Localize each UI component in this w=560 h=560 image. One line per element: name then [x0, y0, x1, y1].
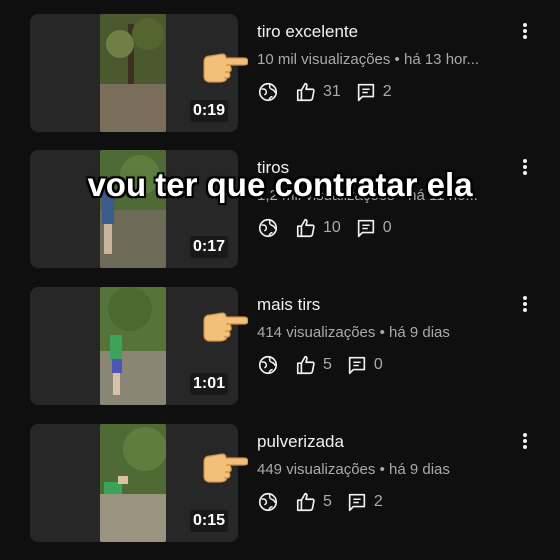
- like-count: 10: [323, 219, 341, 236]
- video-title[interactable]: mais tirs: [257, 295, 320, 315]
- comment-count: 0: [373, 356, 383, 373]
- meta-separator: •: [390, 51, 404, 68]
- thumbs-up-icon[interactable]: [295, 81, 317, 103]
- comment-count: 2: [373, 493, 383, 510]
- comment-icon[interactable]: [346, 354, 368, 376]
- video-row[interactable]: 1:01 mais tirs 414 visualizações • há 9 …: [0, 287, 560, 407]
- pointing-hand-icon: [200, 448, 248, 484]
- video-meta: 449 visualizações • há 9 dias: [257, 461, 517, 478]
- video-stats: 5 2: [257, 490, 397, 514]
- like-count: 5: [323, 356, 332, 373]
- thumbnail-image: [100, 424, 166, 542]
- upload-age: há 9 dias: [389, 461, 450, 478]
- video-stats: 31 2: [257, 80, 406, 104]
- thumbnail-image: [100, 14, 166, 132]
- meta-separator: •: [375, 324, 389, 341]
- meta-separator: •: [375, 461, 389, 478]
- globe-icon: [257, 491, 279, 513]
- like-count: 5: [323, 493, 332, 510]
- video-duration: 1:01: [189, 373, 228, 395]
- video-meta: 414 visualizações • há 9 dias: [257, 324, 517, 341]
- upload-age: há 9 dias: [389, 324, 450, 341]
- comment-icon[interactable]: [355, 217, 377, 239]
- globe-icon: [257, 217, 279, 239]
- comment-count: 0: [382, 219, 392, 236]
- more-vert-icon[interactable]: [517, 293, 533, 315]
- video-duration: 0:19: [189, 100, 228, 122]
- pointing-hand-icon: [200, 48, 248, 84]
- view-count: 10 mil visualizações: [257, 51, 391, 68]
- view-count: 414 visualizações: [257, 324, 376, 341]
- comment-count: 2: [382, 83, 392, 100]
- video-meta: 10 mil visualizações • há 13 hor...: [257, 51, 517, 68]
- thumbs-up-icon[interactable]: [295, 217, 317, 239]
- view-count: 449 visualizações: [257, 461, 376, 478]
- video-stats: 5 0: [257, 353, 397, 377]
- like-count: 31: [323, 83, 341, 100]
- globe-icon: [257, 81, 279, 103]
- upload-age: há 13 hor...: [403, 51, 480, 68]
- video-duration: 0:17: [189, 236, 228, 258]
- video-thumbnail[interactable]: 1:01: [30, 287, 238, 405]
- more-vert-icon[interactable]: [517, 430, 533, 452]
- comment-icon[interactable]: [346, 491, 368, 513]
- globe-icon: [257, 354, 279, 376]
- video-row[interactable]: 0:19 tiro excelente 10 mil visualizações…: [0, 14, 560, 134]
- comment-icon[interactable]: [355, 81, 377, 103]
- video-stats: 10 0: [257, 216, 406, 240]
- video-title[interactable]: pulverizada: [257, 432, 344, 452]
- thumbnail-image: [100, 287, 166, 405]
- overlay-caption: vou ter que contratar ela: [87, 166, 473, 203]
- pointing-hand-icon: [200, 307, 248, 343]
- thumbs-up-icon[interactable]: [295, 354, 317, 376]
- video-duration: 0:15: [189, 510, 228, 532]
- thumbs-up-icon[interactable]: [295, 491, 317, 513]
- more-vert-icon[interactable]: [517, 20, 533, 42]
- video-title[interactable]: tiro excelente: [257, 22, 358, 42]
- video-row[interactable]: 0:15 pulverizada 449 visualizações • há …: [0, 424, 560, 544]
